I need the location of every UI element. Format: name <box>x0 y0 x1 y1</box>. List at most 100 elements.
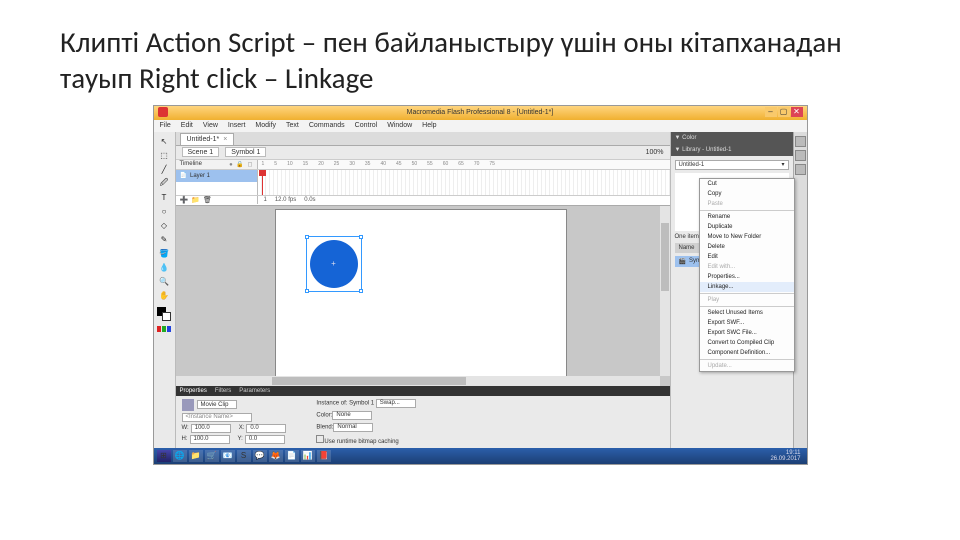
maximize-button[interactable]: ▢ <box>778 107 790 117</box>
scene-button[interactable]: Scene 1 <box>182 147 220 157</box>
taskbar-icon[interactable]: 📊 <box>301 450 315 462</box>
taskbar-icon[interactable]: 🛒 <box>205 450 219 462</box>
ctx-copy[interactable]: Copy <box>700 189 794 199</box>
ctx-edit-with-: Edit with... <box>700 262 794 272</box>
v-scrollbar[interactable] <box>660 206 670 376</box>
menu-edit[interactable]: Edit <box>181 122 193 129</box>
layer-tool-button[interactable]: ➕ <box>180 196 189 204</box>
taskbar-clock[interactable]: 19:1126.09.2017 <box>770 450 803 462</box>
tool-button[interactable]: ↖ <box>157 136 171 148</box>
timeline-frames[interactable] <box>258 170 670 195</box>
taskbar-icon[interactable]: 📁 <box>189 450 203 462</box>
menu-view[interactable]: View <box>203 122 218 129</box>
width-field[interactable]: 100.0 <box>191 424 231 433</box>
symbol-button[interactable]: Symbol 1 <box>225 147 266 157</box>
library-panel-header[interactable]: ▼ Library - Untitled-1 <box>671 144 793 156</box>
dock-icon[interactable] <box>795 164 806 175</box>
dock-icon[interactable] <box>795 136 806 147</box>
app-icon <box>158 107 168 117</box>
blend-dropdown[interactable]: Normal <box>333 423 373 432</box>
menu-window[interactable]: Window <box>387 122 412 129</box>
edit-bar: Scene 1 Symbol 1 100% <box>176 146 670 160</box>
col-name: Name <box>679 245 695 251</box>
props-tab[interactable]: Parameters <box>239 388 270 394</box>
taskbar-icon[interactable]: 📕 <box>317 450 331 462</box>
timeline-ruler[interactable]: 151015202530354045505560657075 <box>258 160 670 169</box>
tool-button[interactable]: 🪣 <box>157 248 171 260</box>
window-title: Macromedia Flash Professional 8 - [Untit… <box>407 109 554 116</box>
movieclip-instance[interactable]: + <box>310 240 358 288</box>
props-tab[interactable]: Filters <box>215 388 231 394</box>
ctx-linkage-[interactable]: Linkage... <box>700 282 794 292</box>
taskbar-icon[interactable]: 🦊 <box>269 450 283 462</box>
menu-file[interactable]: File <box>160 122 171 129</box>
instance-name-field[interactable]: <Instance Name> <box>182 413 252 422</box>
close-button[interactable]: ✕ <box>791 107 803 117</box>
color-swatch[interactable] <box>157 307 171 321</box>
ctx-component-definition-[interactable]: Component Definition... <box>700 348 794 358</box>
ctx-export-swc-file-[interactable]: Export SWC File... <box>700 328 794 338</box>
ctx-properties-[interactable]: Properties... <box>700 272 794 282</box>
stage-area[interactable]: + <box>176 206 670 386</box>
tool-button[interactable]: ⬚ <box>157 150 171 162</box>
ctx-play: Play <box>700 295 794 305</box>
swap-button[interactable]: Swap... <box>376 399 416 408</box>
tool-button[interactable]: 🖉 <box>157 178 171 190</box>
layer-tool-button[interactable]: 📁 <box>191 196 200 204</box>
menu-insert[interactable]: Insert <box>228 122 246 129</box>
tool-button[interactable]: 🔍 <box>157 276 171 288</box>
close-icon[interactable]: × <box>219 136 227 143</box>
tool-button[interactable]: ✋ <box>157 290 171 302</box>
playhead-icon[interactable] <box>262 170 263 195</box>
doc-tab[interactable]: Untitled-1* × <box>180 133 235 145</box>
time-display: 0.0s <box>304 197 315 203</box>
ctx-cut[interactable]: Cut <box>700 179 794 189</box>
ctx-duplicate[interactable]: Duplicate <box>700 222 794 232</box>
window-titlebar[interactable]: Macromedia Flash Professional 8 - [Untit… <box>154 106 807 120</box>
panel-dock <box>793 132 807 448</box>
tool-button[interactable]: ✎ <box>157 234 171 246</box>
menu-modify[interactable]: Modify <box>255 122 276 129</box>
menu-bar: File Edit View Insert Modify Text Commands Cont… <box>154 120 807 132</box>
ctx-convert-to-compiled-clip[interactable]: Convert to Compiled Clip <box>700 338 794 348</box>
taskbar-icon[interactable]: 🌐 <box>173 450 187 462</box>
timeline-layer[interactable]: Layer 1 <box>176 170 257 182</box>
h-scrollbar[interactable] <box>176 376 660 386</box>
h-label: H: <box>182 436 188 442</box>
minimize-button[interactable]: – <box>765 107 777 117</box>
ctx-export-swf-[interactable]: Export SWF... <box>700 318 794 328</box>
y-field[interactable]: 0.0 <box>245 435 285 444</box>
blend-label: Blend: <box>316 424 333 430</box>
symbol-type-dropdown[interactable]: Movie Clip <box>197 400 237 409</box>
ctx-move-to-new-folder[interactable]: Move to New Folder <box>700 232 794 242</box>
taskbar-icon[interactable]: 💬 <box>253 450 267 462</box>
ctx-select-unused-items[interactable]: Select Unused Items <box>700 308 794 318</box>
menu-control[interactable]: Control <box>355 122 378 129</box>
zoom-value[interactable]: 100% <box>646 149 664 156</box>
props-tab[interactable]: Properties <box>180 388 207 394</box>
tool-button[interactable]: 💧 <box>157 262 171 274</box>
tool-button[interactable]: ◇ <box>157 220 171 232</box>
ctx-edit[interactable]: Edit <box>700 252 794 262</box>
taskbar-icon[interactable]: 📄 <box>285 450 299 462</box>
taskbar-icon[interactable]: ⊞ <box>157 450 171 462</box>
tool-button[interactable]: T <box>157 192 171 204</box>
ctx-rename[interactable]: Rename <box>700 212 794 222</box>
taskbar-icon[interactable]: S <box>237 450 251 462</box>
color-panel-header[interactable]: ▼ Color <box>671 132 793 144</box>
library-doc-dropdown[interactable]: Untitled-1▾ <box>675 160 789 170</box>
menu-commands[interactable]: Commands <box>309 122 345 129</box>
tool-button[interactable]: ╱ <box>157 164 171 176</box>
taskbar-icon[interactable]: 📧 <box>221 450 235 462</box>
tool-button[interactable]: ○ <box>157 206 171 218</box>
dock-icon[interactable] <box>795 150 806 161</box>
layer-tool-button[interactable]: 🗑 <box>203 196 212 204</box>
menu-text[interactable]: Text <box>286 122 299 129</box>
menu-help[interactable]: Help <box>422 122 436 129</box>
flash-window: Macromedia Flash Professional 8 - [Untit… <box>153 105 808 465</box>
ctx-delete[interactable]: Delete <box>700 242 794 252</box>
color-dropdown[interactable]: None <box>332 411 372 420</box>
fps-display: 12.0 fps <box>275 197 296 203</box>
x-field[interactable]: 0.0 <box>246 424 286 433</box>
height-field[interactable]: 100.0 <box>190 435 230 444</box>
